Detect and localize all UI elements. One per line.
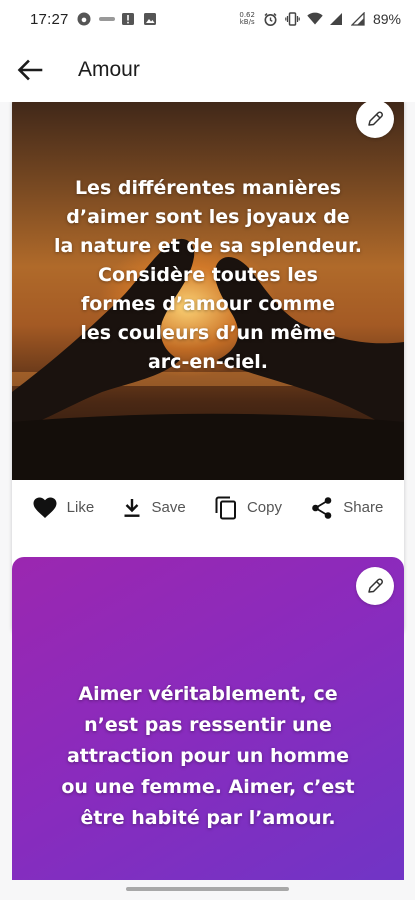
svg-text:●: ● (81, 17, 86, 24)
like-button[interactable]: Like (33, 497, 95, 519)
wifi-icon (307, 12, 323, 26)
app-bar: Amour (0, 38, 415, 102)
signal-secondary-icon (350, 11, 365, 26)
save-label: Save (151, 499, 186, 516)
quote-text: Les différentes manières d’aimer sont le… (54, 177, 362, 373)
pencil-icon (368, 111, 383, 126)
share-label: Share (343, 499, 384, 516)
signal-icon (329, 12, 343, 26)
arrow-left-icon (17, 59, 43, 81)
share-button[interactable]: Share (311, 496, 383, 520)
page-title: Amour (78, 58, 140, 81)
save-button[interactable]: Save (123, 498, 186, 518)
copy-icon (215, 496, 236, 519)
network-speed-unit: kB/s (239, 18, 255, 26)
pencil-icon (368, 578, 383, 593)
copy-label: Copy (246, 499, 282, 516)
quote-background-image[interactable]: Les différentes manières d’aimer sont le… (12, 102, 404, 480)
download-icon (124, 498, 140, 517)
status-bar: 17:27 ● 0.62 kB/s 89% (0, 0, 415, 38)
quote-actions: Like Save Copy Share (12, 480, 404, 535)
alarm-icon (263, 12, 277, 26)
share-icon (312, 496, 332, 519)
heart-icon (33, 497, 57, 518)
status-bar-right: 0.62 kB/s 89% (239, 11, 401, 27)
gesture-handle[interactable] (126, 887, 289, 891)
status-time: 17:27 (30, 10, 69, 28)
battery-level: 89% (372, 11, 401, 27)
quote-card[interactable]: Aimer véritablement, ce n’est pas ressen… (12, 557, 404, 882)
copy-button[interactable]: Copy (215, 496, 282, 520)
network-speed: 0.62 kB/s (239, 12, 255, 26)
warning-icon (121, 12, 135, 26)
back-button[interactable] (0, 38, 60, 102)
like-label: Like (66, 499, 95, 516)
image-icon (143, 12, 157, 26)
edit-quote-button[interactable] (356, 567, 394, 605)
app-notification-icon: ● (77, 12, 91, 26)
feed-notification-icon (98, 12, 115, 26)
vibrate-icon (285, 12, 300, 26)
system-nav-bar (0, 880, 415, 900)
status-bar-left: 17:27 ● (30, 11, 157, 28)
quote-text: Aimer véritablement, ce n’est pas ressen… (61, 683, 355, 829)
quote-feed[interactable]: Les différentes manières d’aimer sont le… (0, 102, 415, 882)
